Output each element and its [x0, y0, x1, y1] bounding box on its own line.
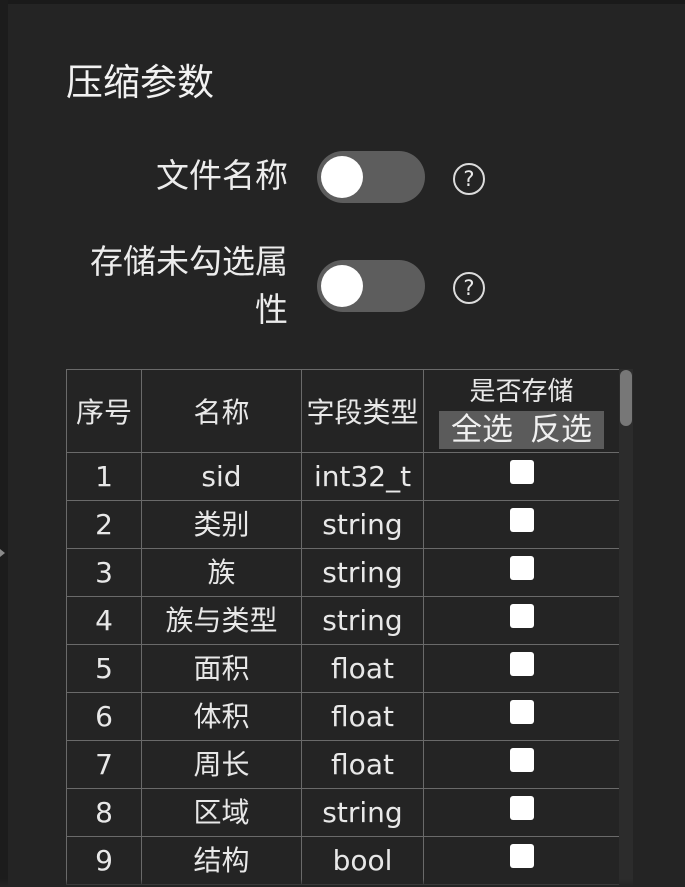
- row-name: 族与类型: [141, 596, 302, 645]
- help-icon[interactable]: ?: [453, 163, 485, 195]
- row-index: 5: [66, 644, 142, 693]
- file-name-toggle[interactable]: [317, 151, 425, 203]
- row-store-cell: [423, 596, 619, 645]
- row-index: 9: [66, 836, 142, 885]
- table-row: 7 周长 float: [66, 740, 619, 789]
- store-checkbox[interactable]: [509, 652, 534, 676]
- store-checkbox[interactable]: [509, 748, 534, 772]
- row-name: 族: [141, 548, 302, 597]
- row-type: string: [301, 788, 424, 837]
- store-unchecked-attrs-toggle[interactable]: [317, 260, 425, 312]
- table-row: 6 体积 float: [66, 692, 619, 741]
- help-icon[interactable]: ?: [453, 272, 485, 304]
- row-index: 4: [66, 596, 142, 645]
- row-name: 区域: [141, 788, 302, 837]
- file-name-label: 文件名称: [156, 156, 288, 195]
- row-type: bool: [301, 836, 424, 885]
- store-checkbox[interactable]: [509, 604, 534, 628]
- attributes-table-container: 序号 名称 字段类型 是否存储 全选 反选 1 sid int32_t 2 类别…: [66, 369, 619, 887]
- row-store-cell: [423, 692, 619, 741]
- row-store-cell: [423, 836, 619, 885]
- store-checkbox[interactable]: [509, 844, 534, 868]
- table-row: 5 面积 float: [66, 644, 619, 693]
- collapse-arrow-icon[interactable]: [0, 549, 5, 557]
- invert-selection-button[interactable]: 反选: [526, 412, 596, 448]
- compression-params-panel: 压缩参数 文件名称 ? 存储未勾选属性 ? 序号 名称 字段类型 是否存储 全选: [0, 0, 685, 887]
- row-type: string: [301, 548, 424, 597]
- row-store-cell: [423, 548, 619, 597]
- row-index: 7: [66, 740, 142, 789]
- select-all-button[interactable]: 全选: [447, 412, 517, 448]
- top-edge: [0, 0, 685, 4]
- table-row: 8 区域 string: [66, 788, 619, 837]
- store-checkbox[interactable]: [509, 556, 534, 580]
- row-name: 类别: [141, 500, 302, 549]
- table-row: 1 sid int32_t: [66, 452, 619, 501]
- header-type: 字段类型: [301, 369, 424, 453]
- header-store: 是否存储 全选 反选: [423, 369, 619, 453]
- row-store-cell: [423, 740, 619, 789]
- row-type: float: [301, 692, 424, 741]
- row-type: string: [301, 596, 424, 645]
- bottom-fade: [0, 879, 685, 887]
- row-type: float: [301, 740, 424, 789]
- row-store-cell: [423, 788, 619, 837]
- toggle-knob: [321, 156, 363, 198]
- header-index: 序号: [66, 369, 142, 453]
- store-unchecked-attrs-label: 存储未勾选属性: [90, 242, 288, 329]
- table-row: 2 类别 string: [66, 500, 619, 549]
- row-index: 8: [66, 788, 142, 837]
- table-row: 9 结构 bool: [66, 836, 619, 885]
- row-type: string: [301, 500, 424, 549]
- header-store-label: 是否存储: [469, 377, 574, 407]
- row-index: 6: [66, 692, 142, 741]
- table-scrollbar-thumb[interactable]: [620, 370, 632, 426]
- row-type: int32_t: [301, 452, 424, 501]
- table-header-row: 序号 名称 字段类型 是否存储 全选 反选: [66, 369, 619, 453]
- row-store-cell: [423, 644, 619, 693]
- store-checkbox[interactable]: [509, 508, 534, 532]
- row-name: 周长: [141, 740, 302, 789]
- row-store-cell: [423, 500, 619, 549]
- table-scrollbar-track[interactable]: [619, 369, 633, 887]
- attributes-table: 序号 名称 字段类型 是否存储 全选 反选 1 sid int32_t 2 类别…: [66, 369, 619, 885]
- row-name: sid: [141, 452, 302, 501]
- left-strip: [0, 0, 8, 887]
- table-row: 3 族 string: [66, 548, 619, 597]
- row-name: 面积: [141, 644, 302, 693]
- row-index: 3: [66, 548, 142, 597]
- row-index: 2: [66, 500, 142, 549]
- store-checkbox[interactable]: [509, 460, 534, 484]
- store-checkbox[interactable]: [509, 700, 534, 724]
- toggle-knob: [321, 265, 363, 307]
- store-checkbox[interactable]: [509, 796, 534, 820]
- section-title: 压缩参数: [66, 61, 214, 104]
- row-store-cell: [423, 452, 619, 501]
- table-row: 4 族与类型 string: [66, 596, 619, 645]
- row-name: 结构: [141, 836, 302, 885]
- header-name: 名称: [141, 369, 302, 453]
- row-name: 体积: [141, 692, 302, 741]
- row-index: 1: [66, 452, 142, 501]
- selection-buttons: 全选 反选: [439, 411, 604, 449]
- row-type: float: [301, 644, 424, 693]
